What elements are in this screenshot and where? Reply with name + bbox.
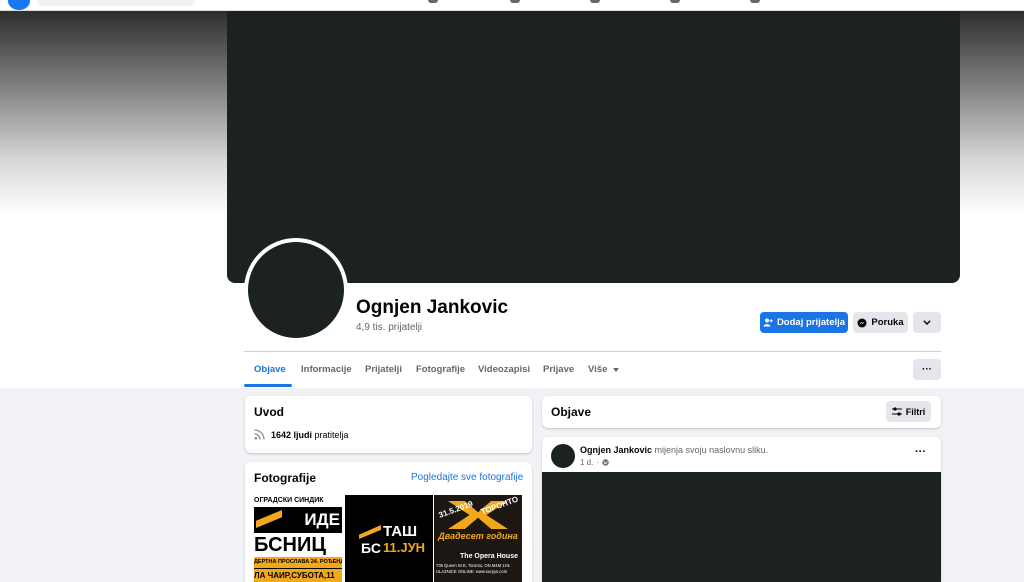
search-input[interactable] [36, 0, 196, 6]
post-card: Ognjen Jankovic mijenja svoju naslovnu s… [542, 437, 941, 582]
caret-down-icon [613, 368, 620, 372]
post-image[interactable] [542, 472, 941, 582]
marketplace-icon[interactable] [590, 0, 600, 3]
watch-icon[interactable] [510, 0, 520, 3]
tab-informacije[interactable]: Informacije [301, 364, 352, 375]
message-label: Poruka [871, 317, 904, 328]
photo-thumbnail[interactable]: ТАШ БС 11.ЈУН [345, 495, 433, 582]
header-divider [244, 351, 941, 352]
photo-poster-text: 735 Queen St E, Toronto, ON M4M 1H1 [436, 563, 510, 568]
gaming-icon[interactable] [750, 0, 760, 3]
groups-icon[interactable] [670, 0, 680, 3]
add-friend-button[interactable]: Dodaj prijatelja [760, 312, 848, 333]
intro-card: Uvod 1642 ljudi pratitelja [245, 396, 532, 453]
tab-prijave[interactable]: Prijave [543, 364, 574, 375]
ellipsis-icon: ··· [922, 364, 932, 375]
poster-stripe-shape [359, 525, 381, 539]
post-options-icon[interactable]: ··· [915, 446, 926, 458]
post-header-text: Ognjen Jankovic mijenja svoju naslovnu s… [580, 445, 768, 455]
friends-count[interactable]: 4,9 tis. prijatelji [356, 322, 422, 333]
message-button[interactable]: Poruka [853, 312, 908, 333]
photo-poster-text: ТОРОНТО [479, 495, 520, 517]
followers-row: 1642 ljudi pratitelja [254, 429, 349, 440]
post-action-text: mijenja svoju naslovnu sliku. [654, 445, 769, 455]
facebook-logo-icon[interactable] [8, 0, 30, 10]
post-author-avatar[interactable] [551, 444, 575, 468]
photo-thumbnail[interactable]: 31.5.2019 ТОРОНТО Двадесет година The Op… [434, 495, 522, 582]
post-timestamp-row: 1 d. · [580, 458, 609, 467]
see-all-photos-link[interactable]: Pogledajte sve fotografije [411, 472, 523, 483]
photo-poster-text: БС [361, 540, 381, 556]
active-tab-indicator [244, 384, 292, 387]
post-timestamp[interactable]: 1 d. [580, 458, 593, 467]
post-author-name[interactable]: Ognjen Jankovic [580, 445, 652, 455]
home-icon[interactable] [428, 0, 438, 3]
messenger-icon [857, 318, 867, 327]
profile-avatar[interactable] [244, 238, 348, 342]
posts-header-card: Objave Filtri [542, 396, 941, 428]
photo-poster-text: 11.ЈУН [383, 540, 426, 555]
tab-objave[interactable]: Objave [254, 364, 286, 375]
tab-fotografije[interactable]: Fotografije [416, 364, 465, 375]
posts-title: Objave [551, 405, 592, 419]
globe-icon [602, 459, 609, 466]
photo-poster-text: The Opera House [460, 553, 518, 560]
cover-photo[interactable] [227, 11, 960, 283]
followers-suffix: pratitelja [314, 429, 349, 440]
top-navigation-bar [0, 0, 1024, 11]
chevron-down-icon [923, 320, 931, 325]
tab-videozapisi[interactable]: Videozapisi [478, 364, 530, 375]
photo-poster-text: ОГРАДСКИ СИНДИК [254, 495, 342, 507]
rss-icon [254, 429, 265, 440]
tab-prijatelji[interactable]: Prijatelji [365, 364, 402, 375]
intro-title: Uvod [254, 405, 284, 419]
followers-count[interactable]: 1642 ljudi [271, 430, 312, 440]
photo-poster-text: Двадесет година [438, 531, 518, 541]
photos-card: Fotografije Pogledajte sve fotografije О… [245, 462, 532, 582]
profile-name: Ognjen Jankovic [356, 297, 509, 318]
photos-title: Fotografije [254, 471, 316, 485]
add-friend-icon [763, 318, 773, 327]
photo-poster-text: БСНИЦ [254, 533, 342, 557]
photo-poster-text: ДЕРТНА ПРОСЛАВА 24. РОЂЕНД [254, 557, 342, 568]
tabs-more-button[interactable]: ··· [913, 359, 941, 380]
add-friend-label: Dodaj prijatelja [776, 317, 846, 328]
more-options-button[interactable] [913, 312, 941, 333]
tab-vise-label: Više [588, 364, 608, 375]
photo-poster-text: ULAZNICE ONLINE: www.surpys.com [436, 569, 508, 574]
filter-label: Filtri [905, 406, 926, 417]
filter-button[interactable]: Filtri [886, 401, 931, 422]
sliders-icon [891, 407, 902, 416]
photo-poster-text: ЛА ЧАИР,СУБОТА,11 [254, 569, 342, 582]
photo-thumbnail[interactable]: ОГРАДСКИ СИНДИК ИДЕ БСНИЦ ДЕРТНА ПРОСЛАВ… [254, 495, 342, 582]
tab-vise[interactable]: Više [588, 364, 620, 375]
photo-poster-text: ТАШ [383, 523, 418, 540]
